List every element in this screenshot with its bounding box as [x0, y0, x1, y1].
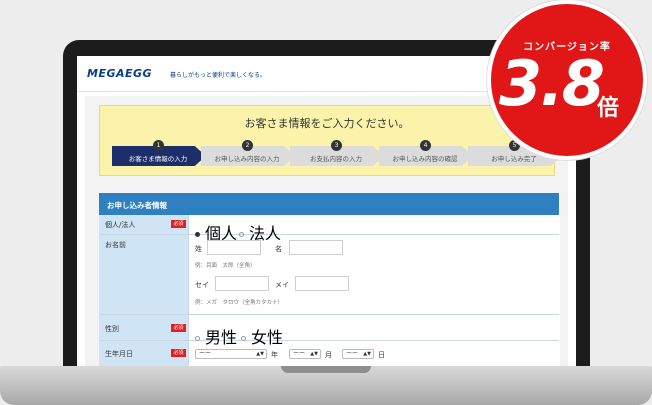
row-applicant-type: 個人/法人 必須 個人 法人 — [99, 215, 559, 243]
day-unit: 日 — [378, 351, 385, 359]
row-name: お名前 姓 名 例：目面 太郎（全角） セイ メイ 例：メガ タロウ（全角カタカ… — [99, 235, 559, 315]
row-gender: 性別 必須 男性 女性 — [99, 315, 559, 347]
page-title: お客さま情報をご入力ください。 — [244, 117, 410, 130]
form-section-title: お申し込み者情報 — [99, 193, 559, 215]
month-unit: 月 — [325, 351, 332, 359]
step-number: 2 — [242, 140, 253, 151]
step-label: お申し込み内容の入力 — [214, 155, 280, 163]
step-label: お支払内容の入力 — [310, 155, 362, 163]
badge-unit: 倍 — [597, 96, 620, 121]
megaegg-logo[interactable]: MEGAEGG — [87, 67, 152, 80]
chevron-down-icon: ▲▼ — [256, 351, 264, 357]
first-name-kana-input[interactable] — [295, 276, 349, 291]
step-4: 4 お申し込み内容の確認 — [379, 140, 473, 166]
badge-value: 3.8 — [499, 47, 605, 120]
name-hint: 例：目面 太郎（全角） — [195, 263, 256, 269]
field-label: お名前 — [99, 235, 189, 314]
row-birthdate: 生年月日 必須 ーー ▲▼ 年 ーー ▲▼ 月 ーー ▲▼ 日 — [99, 341, 559, 366]
mei-label: 名 — [275, 245, 282, 253]
step-label: お客さま情報の入力 — [128, 155, 188, 163]
first-name-input[interactable] — [289, 240, 343, 255]
sei-label: 姓 — [195, 245, 202, 253]
progress-steps: 1 お客さま情報の入力 2 お申し込み内容の入力 3 お支払内容の入力 4 お申… — [112, 140, 562, 166]
conversion-rate-badge: コンバージョン率 3.8 倍 — [487, 0, 647, 160]
step-2: 2 お申し込み内容の入力 — [201, 140, 295, 166]
step-number: 3 — [331, 140, 342, 151]
required-badge: 必須 — [171, 220, 186, 228]
birth-year-select[interactable]: ーー ▲▼ — [195, 349, 267, 359]
birth-month-select[interactable]: ーー ▲▼ — [289, 349, 321, 359]
year-unit: 年 — [271, 351, 278, 359]
last-name-kana-input[interactable] — [215, 276, 269, 291]
step-number: 1 — [153, 140, 164, 151]
step-label: お申し込み内容の確認 — [392, 155, 458, 163]
step-number: 4 — [420, 140, 431, 151]
site-tagline: 暮らしがもっと便利で楽しくなる。 — [170, 72, 267, 79]
step-3: 3 お支払内容の入力 — [290, 140, 384, 166]
step-1: 1 お客さま情報の入力 — [112, 140, 206, 166]
applicant-form: お申し込み者情報 個人/法人 必須 個人 法人 お名前 姓 名 例：目面 太郎（… — [99, 193, 560, 366]
sei-kana-label: セイ — [195, 281, 209, 289]
hero-panel: お客さま情報をご入力ください。 1 お客さま情報の入力 2 お申し込み内容の入力… — [99, 105, 562, 176]
kana-hint: 例：メガ タロウ（全角カタカナ） — [195, 300, 284, 306]
required-badge: 必須 — [171, 324, 186, 332]
required-badge: 必須 — [171, 349, 186, 357]
birth-day-select[interactable]: ーー ▲▼ — [342, 349, 374, 359]
laptop-notch — [281, 366, 371, 373]
mei-kana-label: メイ — [275, 281, 289, 289]
chevron-down-icon: ▲▼ — [363, 351, 371, 357]
last-name-input[interactable] — [207, 240, 261, 255]
chevron-down-icon: ▲▼ — [310, 351, 318, 357]
